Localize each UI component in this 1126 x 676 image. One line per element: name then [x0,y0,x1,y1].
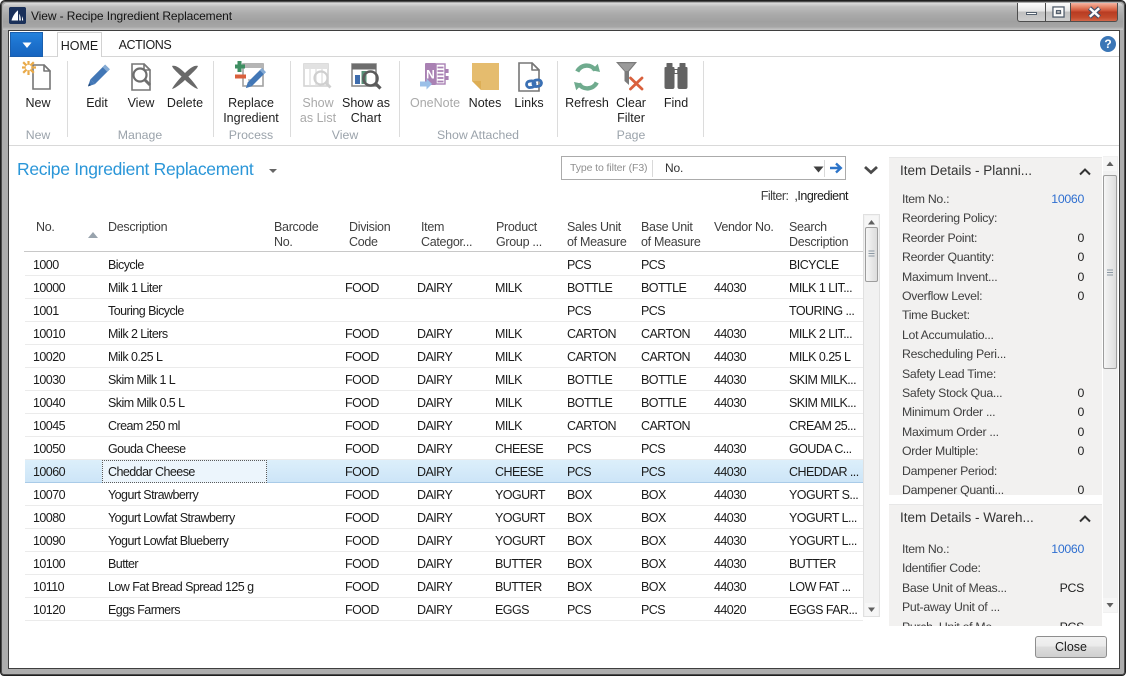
svg-text:N: N [426,68,435,82]
